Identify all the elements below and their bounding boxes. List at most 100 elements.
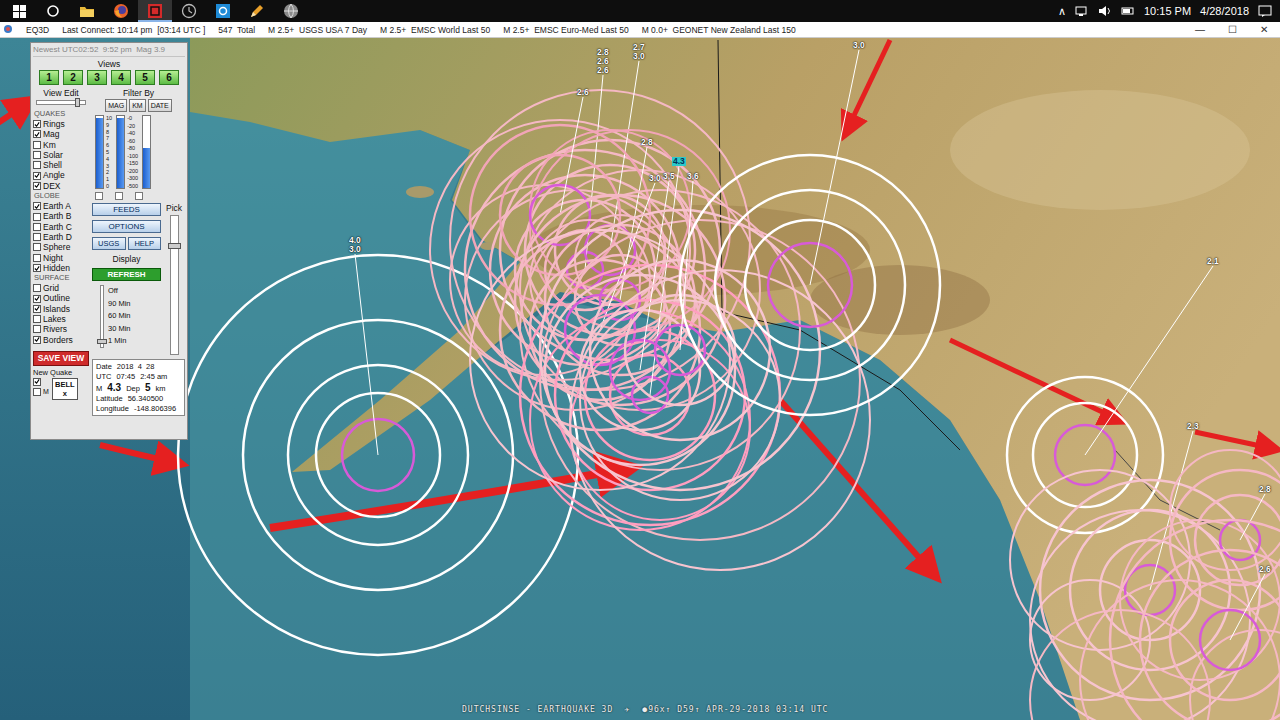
clock-icon[interactable] xyxy=(172,0,206,22)
checkbox[interactable] xyxy=(33,336,41,344)
magnitude-label[interactable]: 3.0 xyxy=(852,41,866,50)
feeds-button[interactable]: FEEDS xyxy=(92,203,161,216)
filter-button[interactable]: KM xyxy=(129,99,146,112)
view-button[interactable]: 1 xyxy=(39,70,59,85)
filter-slider[interactable]: 109876543210 xyxy=(95,115,112,189)
filter-slider[interactable] xyxy=(142,115,151,189)
magnitude-label[interactable]: 2.73.0 xyxy=(632,43,646,61)
magnitude-label[interactable]: 4.3 xyxy=(672,157,686,166)
quake-rings-group[interactable] xyxy=(540,181,870,570)
battery-icon[interactable] xyxy=(1121,4,1135,18)
view-button[interactable]: 6 xyxy=(159,70,179,85)
checkbox[interactable] xyxy=(33,284,41,292)
network-icon[interactable] xyxy=(1075,4,1089,18)
quake-rings-group[interactable] xyxy=(680,50,940,415)
checkbox-row[interactable]: Rivers xyxy=(33,324,89,334)
magnitude-label[interactable]: 2.6 xyxy=(1258,565,1272,574)
checkbox-row[interactable]: Earth D xyxy=(33,232,89,242)
quake-rings-group[interactable] xyxy=(465,61,760,410)
save-view-button[interactable]: SAVE VIEW xyxy=(33,351,89,366)
view-button[interactable]: 3 xyxy=(87,70,107,85)
quake-rings-group[interactable] xyxy=(1030,520,1280,720)
display-slider[interactable] xyxy=(100,285,104,348)
slider-knob[interactable] xyxy=(75,98,80,107)
quake-rings-group[interactable] xyxy=(178,254,578,655)
checkbox[interactable] xyxy=(33,202,41,210)
checkbox-row[interactable]: Solar xyxy=(33,150,89,160)
adjust-box[interactable] xyxy=(135,192,143,200)
pick-slider[interactable] xyxy=(170,215,179,355)
checkbox-row[interactable]: Borders xyxy=(33,335,89,345)
magnitude-label[interactable]: 4.03.0 xyxy=(348,236,362,254)
checkbox[interactable] xyxy=(33,141,41,149)
magnitude-label[interactable]: 3.5 xyxy=(662,172,676,181)
checkbox[interactable] xyxy=(33,182,41,190)
clock-date[interactable]: 4/28/2018 xyxy=(1200,5,1249,17)
checkbox-row[interactable]: Islands xyxy=(33,304,89,314)
checkbox[interactable] xyxy=(33,161,41,169)
windows-icon[interactable] xyxy=(2,0,36,22)
close-button[interactable]: ✕ xyxy=(1248,24,1280,35)
view-edit-slider[interactable] xyxy=(36,100,86,105)
checkbox[interactable] xyxy=(33,295,41,303)
refresh-button[interactable]: REFRESH xyxy=(92,268,161,281)
view-button[interactable]: 4 xyxy=(111,70,131,85)
volume-icon[interactable] xyxy=(1098,4,1112,18)
checkbox-row[interactable]: Mag xyxy=(33,129,89,139)
view-button[interactable]: 5 xyxy=(135,70,155,85)
quake-rings-group[interactable] xyxy=(1007,266,1213,533)
slider-track[interactable] xyxy=(116,115,125,189)
display-option[interactable]: 90 Min xyxy=(108,298,131,311)
globe-icon[interactable] xyxy=(274,0,308,22)
display-option[interactable]: 60 Min xyxy=(108,310,131,323)
checkbox[interactable] xyxy=(33,243,41,251)
firefox-icon[interactable] xyxy=(104,0,138,22)
magnitude-label[interactable]: 2.8 xyxy=(640,138,654,147)
slider-track[interactable] xyxy=(95,115,104,189)
checkbox[interactable] xyxy=(33,120,41,128)
checkbox[interactable] xyxy=(33,151,41,159)
minimize-button[interactable]: — xyxy=(1184,24,1216,35)
display-option[interactable]: Off xyxy=(108,285,131,298)
search-icon[interactable] xyxy=(36,0,70,22)
magnitude-label[interactable]: 2.8 xyxy=(1258,485,1272,494)
checkbox[interactable] xyxy=(33,233,41,241)
usgs-button[interactable]: USGS xyxy=(92,237,126,250)
checkbox[interactable] xyxy=(33,213,41,221)
display-option[interactable]: 30 Min xyxy=(108,323,131,336)
clock-time[interactable]: 10:15 PM xyxy=(1144,5,1191,17)
checkbox-row[interactable]: DEX xyxy=(33,181,89,191)
checkbox[interactable] xyxy=(33,315,41,323)
filter-button[interactable]: DATE xyxy=(148,99,172,112)
new-quake-checkbox[interactable] xyxy=(33,378,41,386)
magnitude-label[interactable]: 3.0 xyxy=(648,174,662,183)
checkbox-row[interactable]: Earth B xyxy=(33,211,89,221)
display-option[interactable]: 1 Min xyxy=(108,335,131,348)
checkbox-row[interactable]: Km xyxy=(33,140,89,150)
checkbox-row[interactable]: Lakes xyxy=(33,314,89,324)
checkbox-row[interactable]: Sphere xyxy=(33,242,89,252)
adjust-box[interactable] xyxy=(115,192,123,200)
notification-icon[interactable] xyxy=(1258,4,1272,18)
checkbox[interactable] xyxy=(33,264,41,272)
checkbox[interactable] xyxy=(33,223,41,231)
checkbox-row[interactable]: Earth A xyxy=(33,201,89,211)
checkbox[interactable] xyxy=(33,254,41,262)
quake-rings-group[interactable] xyxy=(500,183,860,540)
checkbox[interactable] xyxy=(33,325,41,333)
view-button[interactable]: 2 xyxy=(63,70,83,85)
checkbox-row[interactable]: Grid xyxy=(33,283,89,293)
folder-icon[interactable] xyxy=(70,0,104,22)
checkbox-row[interactable]: Outline xyxy=(33,293,89,303)
magnitude-label[interactable]: 2.82.62.6 xyxy=(596,48,610,75)
eq3d-icon[interactable] xyxy=(138,0,172,22)
magnitude-label[interactable]: 2.3 xyxy=(1186,422,1200,431)
checkbox-row[interactable]: Rings xyxy=(33,119,89,129)
checkbox-row[interactable]: Hidden xyxy=(33,263,89,273)
m-checkbox[interactable] xyxy=(33,388,41,396)
checkbox[interactable] xyxy=(33,130,41,138)
options-button[interactable]: OPTIONS xyxy=(92,220,161,233)
checkbox-row[interactable]: Night xyxy=(33,253,89,263)
help-button[interactable]: HELP xyxy=(128,237,162,250)
slider-track[interactable] xyxy=(142,115,151,189)
